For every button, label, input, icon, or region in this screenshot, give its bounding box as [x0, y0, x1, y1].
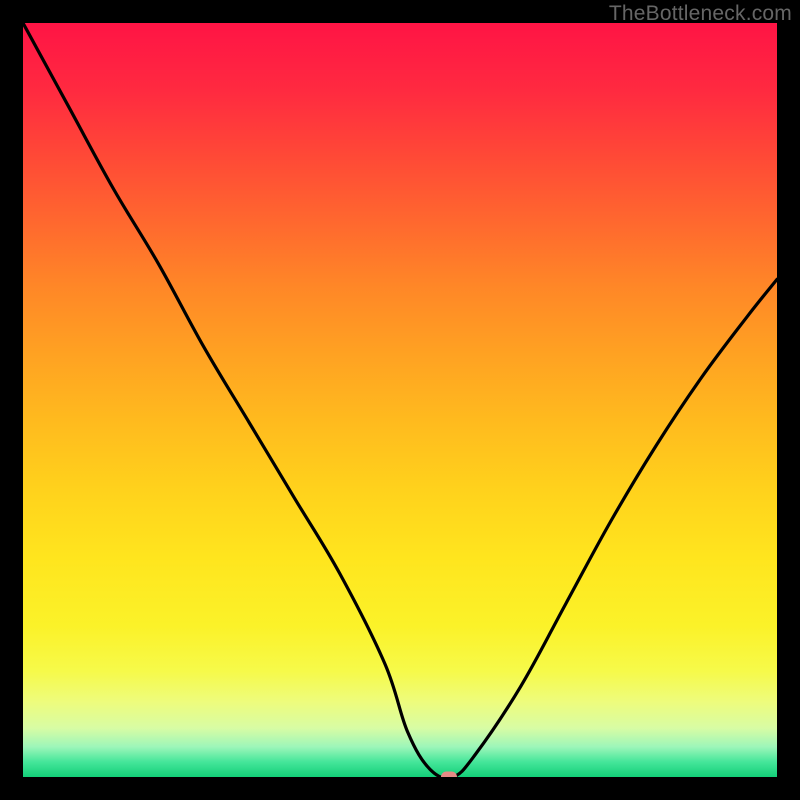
watermark-text: TheBottleneck.com — [609, 2, 792, 26]
optimum-marker-icon — [441, 772, 457, 778]
plot-area — [23, 23, 777, 777]
chart-frame: TheBottleneck.com — [0, 0, 800, 800]
bottleneck-curve — [23, 23, 777, 777]
